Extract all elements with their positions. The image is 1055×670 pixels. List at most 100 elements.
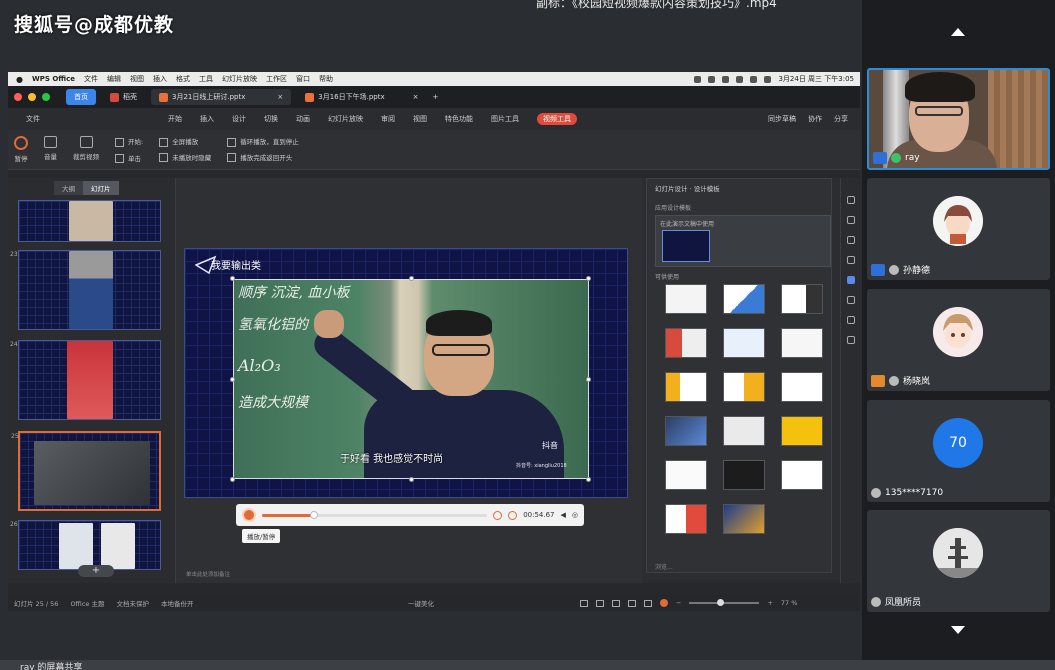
sorter-view-icon[interactable] <box>612 599 620 607</box>
menu-workspace[interactable]: 工作区 <box>266 74 287 84</box>
resize-handle[interactable] <box>230 377 235 382</box>
close-tab-icon[interactable]: × <box>277 93 283 101</box>
participant-tile[interactable]: 70 135****7170 <box>867 400 1050 502</box>
video-progress-track[interactable] <box>262 510 488 519</box>
letter-a-icon[interactable] <box>722 75 730 83</box>
rewind-checkbox[interactable]: 播放完成返回开头 <box>227 152 299 163</box>
ribbon-tab-video-tools[interactable]: 视频工具 <box>537 113 577 125</box>
template-item[interactable] <box>665 328 707 358</box>
template-item[interactable] <box>665 416 707 446</box>
template-item[interactable] <box>723 504 765 534</box>
template-item[interactable] <box>665 372 707 402</box>
play-icon[interactable] <box>660 599 668 607</box>
resize-handle[interactable] <box>230 477 235 482</box>
ribbon-tab-features[interactable]: 特色功能 <box>445 114 473 124</box>
fullscreen-checkbox[interactable]: 全屏播放 <box>159 136 211 147</box>
pause-button[interactable]: 暂停 <box>14 136 28 163</box>
slide-thumbnail[interactable] <box>18 200 161 242</box>
resize-handle[interactable] <box>586 276 591 281</box>
reading-view-icon[interactable] <box>628 599 636 607</box>
resize-handle[interactable] <box>586 477 591 482</box>
start-select[interactable]: 单击 <box>115 153 143 164</box>
collaborate-button[interactable]: 协作 <box>808 114 822 124</box>
ribbon-tab-animation[interactable]: 动画 <box>296 114 310 124</box>
zoom-level[interactable]: 77 % <box>781 599 798 607</box>
template-item[interactable] <box>781 372 823 402</box>
backup-status[interactable]: 本地备份开 <box>161 598 194 608</box>
tab-docer[interactable]: 稻壳 <box>102 89 145 105</box>
gear-icon[interactable] <box>847 296 855 304</box>
menu-slideshow[interactable]: 幻灯片放映 <box>222 74 257 84</box>
close-window-icon[interactable] <box>14 93 22 101</box>
scroll-down-icon[interactable] <box>951 626 965 634</box>
sync-draft-button[interactable]: 同步草稿 <box>768 114 796 124</box>
menu-window[interactable]: 窗口 <box>296 74 310 84</box>
template-item[interactable] <box>723 284 765 314</box>
design-icon[interactable] <box>847 276 855 284</box>
resize-handle[interactable] <box>586 377 591 382</box>
template-item[interactable] <box>723 328 765 358</box>
participant-tile[interactable]: 凤凰所员 <box>867 510 1050 612</box>
beautify-button[interactable]: 一键美化 <box>408 598 434 608</box>
shape-icon[interactable] <box>847 216 855 224</box>
hide-checkbox[interactable]: 未播放时隐藏 <box>159 152 211 163</box>
ribbon-tab-picture-tools[interactable]: 图片工具 <box>491 114 519 124</box>
ribbon-tab-insert[interactable]: 插入 <box>200 114 214 124</box>
share-button[interactable]: 分享 <box>834 114 848 124</box>
zoom-in-icon[interactable]: + <box>767 599 772 607</box>
resize-handle[interactable] <box>230 276 235 281</box>
ribbon-tab-design[interactable]: 设计 <box>232 114 246 124</box>
animation-icon[interactable] <box>847 256 855 264</box>
zoom-window-icon[interactable] <box>42 93 50 101</box>
template-item[interactable] <box>723 460 765 490</box>
participant-tile[interactable]: 杨晓岚 <box>867 289 1050 391</box>
menubar-clock[interactable]: 3月24日 周三 下午3:05 <box>778 74 854 84</box>
slideshow-icon[interactable] <box>644 599 652 607</box>
theme-name[interactable]: Office 主题 <box>70 598 104 608</box>
template-item[interactable] <box>781 416 823 446</box>
protect-status[interactable]: 文档未保护 <box>116 598 149 608</box>
menu-edit[interactable]: 编辑 <box>107 74 121 84</box>
apple-icon[interactable]: ● <box>16 75 23 84</box>
tab-slides[interactable]: 幻灯片 <box>83 181 119 195</box>
help-icon[interactable] <box>847 316 855 324</box>
zoom-out-icon[interactable]: − <box>676 599 681 607</box>
tab-pptx-2[interactable]: 3月16日下午场.pptx × <box>297 89 426 105</box>
forward-icon[interactable] <box>508 510 518 520</box>
browse-link[interactable]: 浏览... <box>655 562 673 571</box>
volume-icon[interactable]: ◀ <box>561 511 566 519</box>
close-tab-icon[interactable]: × <box>413 93 419 101</box>
clip-video-button[interactable]: 裁剪视频 <box>73 136 99 161</box>
control-center-icon[interactable] <box>764 75 772 83</box>
template-item[interactable] <box>665 284 707 314</box>
menu-insert[interactable]: 插入 <box>153 74 167 84</box>
search-icon[interactable] <box>750 75 758 83</box>
tab-home[interactable]: 首页 <box>66 89 96 105</box>
menu-format[interactable]: 格式 <box>176 74 190 84</box>
template-item[interactable] <box>723 416 765 446</box>
target-icon[interactable] <box>708 75 716 83</box>
ribbon-tab-home[interactable]: 开始 <box>168 114 182 124</box>
add-slide-button[interactable]: + <box>78 565 114 577</box>
resize-handle[interactable] <box>409 276 414 281</box>
scroll-up-icon[interactable] <box>951 28 965 36</box>
participant-tile[interactable]: 孙静德 <box>867 178 1050 280</box>
participant-tile[interactable]: ray <box>867 68 1050 170</box>
notes-view-icon[interactable] <box>580 599 588 607</box>
template-item[interactable] <box>665 460 707 490</box>
template-item[interactable] <box>665 504 707 534</box>
normal-view-icon[interactable] <box>596 599 604 607</box>
lock-icon[interactable] <box>847 236 855 244</box>
select-icon[interactable] <box>847 196 855 204</box>
template-item[interactable] <box>781 284 823 314</box>
tab-outline[interactable]: 大纲 <box>54 181 83 195</box>
ribbon-tab-view[interactable]: 视图 <box>413 114 427 124</box>
ribbon-tab-transition[interactable]: 切换 <box>264 114 278 124</box>
menu-tools[interactable]: 工具 <box>199 74 213 84</box>
tab-pptx-active[interactable]: 3月21日线上研讨.pptx × <box>151 89 292 105</box>
slide-thumbnail[interactable]: 23 <box>10 250 161 330</box>
rewind-icon[interactable] <box>493 510 503 520</box>
image-icon[interactable] <box>847 336 855 344</box>
zoom-slider[interactable] <box>689 599 760 606</box>
menu-view[interactable]: 视图 <box>130 74 144 84</box>
